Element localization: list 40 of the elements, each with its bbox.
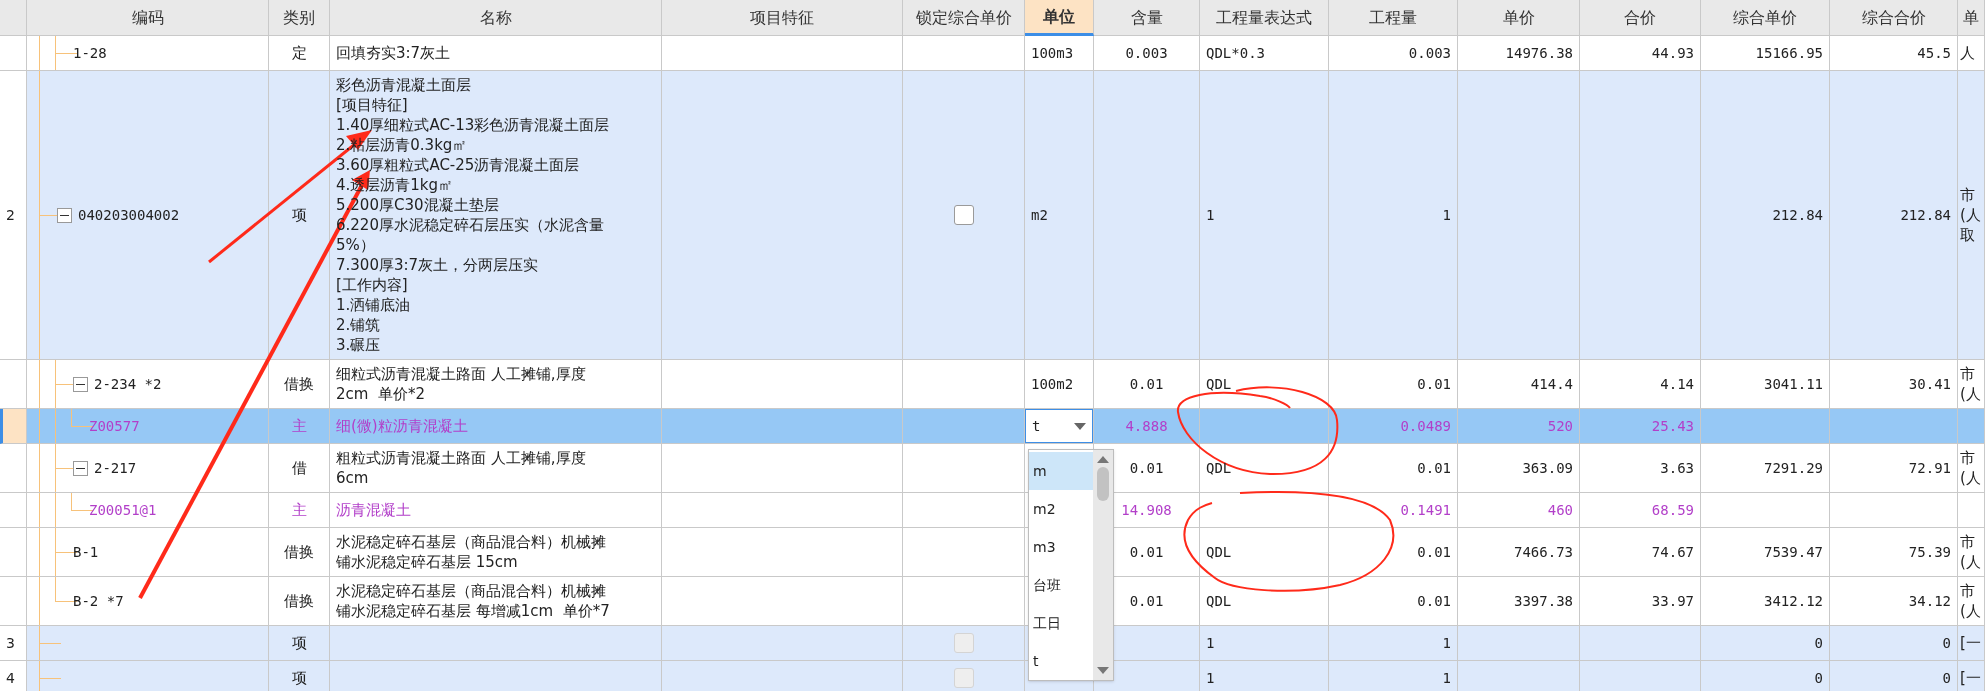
- row-header[interactable]: [0, 36, 27, 71]
- table-cell: 0: [1830, 661, 1958, 691]
- table-cell: 1: [1329, 661, 1458, 691]
- collapse-icon[interactable]: [57, 207, 72, 223]
- item-code: 2-217: [94, 458, 137, 478]
- unit-option[interactable]: m: [1029, 452, 1093, 490]
- table-cell: 0: [1701, 661, 1830, 691]
- item-type-cell: 项: [269, 661, 330, 691]
- lock-checkbox[interactable]: [953, 205, 974, 225]
- table-row[interactable]: Z00577 主 细(微)粒沥青混凝土 t 4.888 0.0489 520 25.43: [0, 409, 1985, 444]
- unit-dropdown[interactable]: t: [1025, 409, 1093, 443]
- caret-icon: [1074, 422, 1086, 430]
- scroll-up-icon[interactable]: [1097, 456, 1109, 463]
- scrollbar[interactable]: [1093, 450, 1113, 680]
- item-code: 2-234 *2: [94, 374, 162, 394]
- column-header[interactable]: 单位: [1025, 0, 1094, 36]
- row-header[interactable]: 2: [0, 71, 27, 360]
- scroll-down-icon[interactable]: [1097, 667, 1109, 674]
- unit-option[interactable]: t: [1029, 642, 1093, 680]
- row-header[interactable]: [0, 444, 27, 493]
- row-header[interactable]: [0, 493, 27, 528]
- item-code: Z00051@1: [89, 500, 157, 520]
- table-cell: 1: [1200, 661, 1329, 691]
- item-code: B-2 *7: [73, 591, 124, 611]
- item-code: B-1: [73, 542, 99, 562]
- row-header[interactable]: 4: [0, 661, 27, 691]
- row-header[interactable]: 3: [0, 626, 27, 661]
- collapse-icon[interactable]: [73, 460, 88, 476]
- table-cell: [一: [1958, 661, 1985, 691]
- row-header[interactable]: [0, 360, 27, 409]
- item-code: 040203004002: [78, 205, 180, 225]
- scroll-thumb[interactable]: [1097, 467, 1109, 501]
- row-header[interactable]: [0, 409, 27, 444]
- item-code: 1-28: [73, 43, 107, 63]
- collapse-icon[interactable]: [73, 376, 88, 392]
- table-cell: 市(人取: [1958, 71, 1985, 360]
- row-header[interactable]: [0, 577, 27, 626]
- item-code: Z00577: [89, 416, 140, 436]
- row-header[interactable]: [0, 528, 27, 577]
- table-row[interactable]: 1-28 定 回填夯实3:7灰土 100m3 0.003 QDL*0.3 0.003 14976.38 44.93 15166.95 45.5 人: [0, 36, 1985, 71]
